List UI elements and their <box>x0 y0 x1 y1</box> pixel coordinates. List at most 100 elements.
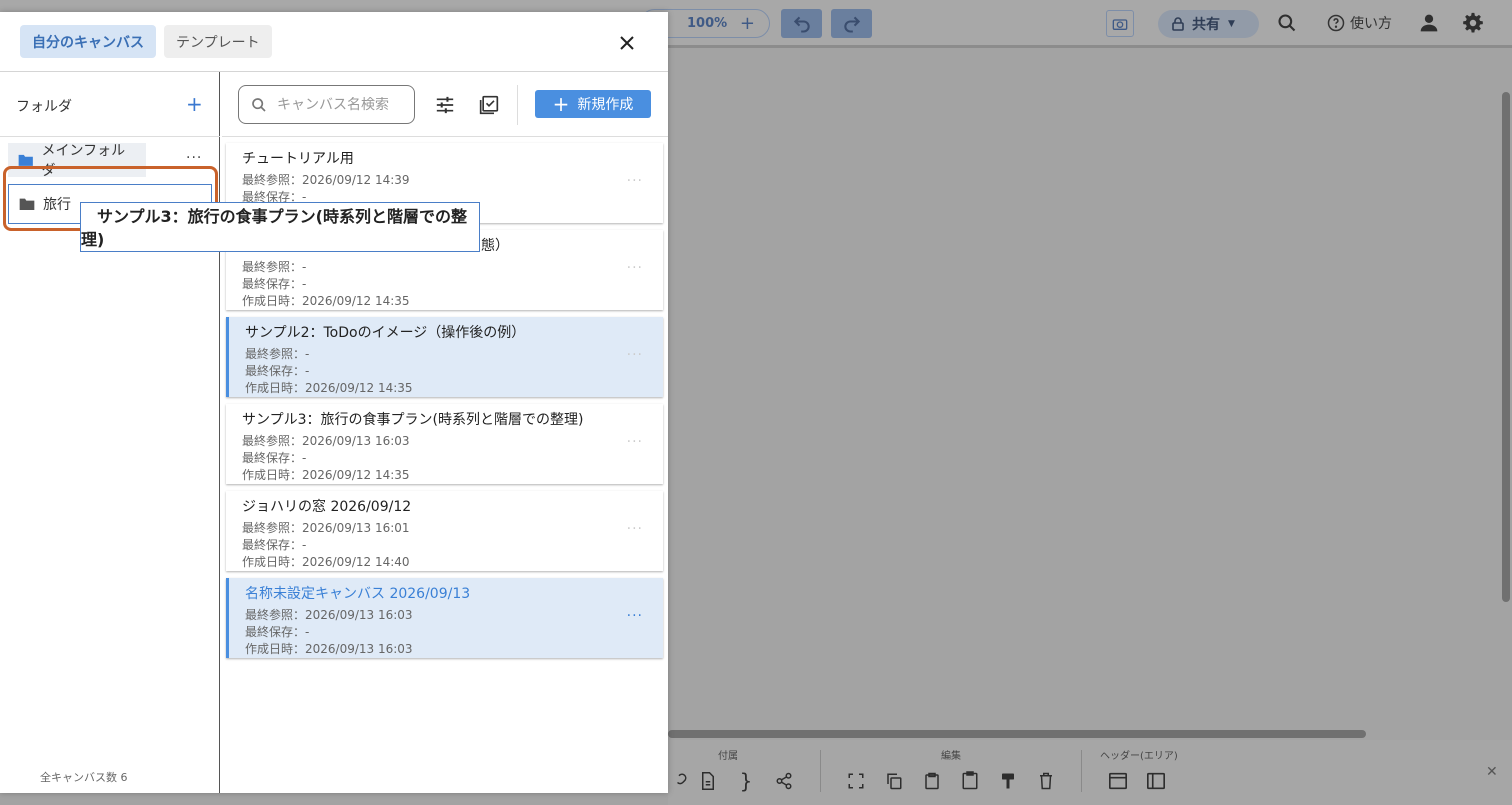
redo-button[interactable] <box>831 9 872 38</box>
last-viewed: 最終参照：2026/09/13 16:03 <box>242 434 410 448</box>
close-button[interactable] <box>614 30 640 56</box>
lock-icon <box>1172 17 1184 31</box>
caret-down-icon: ▼ <box>1228 19 1235 29</box>
last-saved: 最終保存：- <box>245 364 310 378</box>
search-input[interactable] <box>277 96 397 113</box>
last-saved: 最終保存：- <box>242 538 307 552</box>
tab-templates[interactable]: テンプレート <box>164 25 272 58</box>
card-more-icon[interactable]: ··· <box>627 434 643 450</box>
last-saved: 最終保存：- <box>242 277 307 291</box>
created-at: 作成日時：2026/09/12 14:35 <box>245 381 413 395</box>
folder-item-main[interactable]: メインフォルダ <box>8 143 146 179</box>
link-icon[interactable] <box>668 770 690 792</box>
canvas-card[interactable]: 名称未設定キャンバス 2026/09/13 最終参照：2026/09/13 16… <box>226 578 663 658</box>
created-at: 作成日時：2026/09/12 14:40 <box>242 555 410 569</box>
undo-icon <box>793 16 810 33</box>
canvas-card[interactable]: サンプル3：旅行の食事プラン(時系列と階層での整理) 最終参照：2026/09/… <box>226 404 663 484</box>
drag-preview-line: サンプル3：旅行の食事プラン(時系列と階層での整 <box>97 207 467 226</box>
divider <box>517 85 518 125</box>
canvas-card[interactable]: サンプル2：ToDoのイメージ（操作後の例） 最終参照：- 最終保存：- 作成日… <box>226 317 663 397</box>
created-at: 作成日時：2026/09/12 14:35 <box>242 468 410 482</box>
folder-sidebar: フォルダ + メインフォルダ ··· 旅行 全キャンバス数 6 <box>0 72 220 793</box>
last-viewed: 最終参照：- <box>242 260 307 274</box>
canvas-title: 名称未設定キャンバス 2026/09/13 <box>245 586 471 602</box>
search-box[interactable] <box>238 85 415 124</box>
select-checkbox-icon[interactable] <box>476 92 502 118</box>
group-label-edit: 編集 <box>941 751 961 762</box>
zoom-value: 100% <box>687 16 728 31</box>
card-more-icon[interactable]: ··· <box>627 173 643 189</box>
format-paint-icon[interactable] <box>997 770 1019 792</box>
last-viewed: 最終参照：2026/09/12 14:39 <box>242 173 410 187</box>
header-layout-icon[interactable] <box>1107 770 1129 792</box>
last-viewed: 最終参照：2026/09/13 16:01 <box>242 521 410 535</box>
divider <box>1081 750 1082 792</box>
help-icon <box>1327 14 1345 32</box>
vertical-scrollbar[interactable] <box>1502 92 1510 602</box>
folder-label: メインフォルダ <box>41 143 126 179</box>
document-icon[interactable] <box>697 770 719 792</box>
folder-icon <box>19 198 35 210</box>
create-new-label: 新規作成 <box>577 97 634 113</box>
divider <box>820 750 821 792</box>
redo-icon <box>843 16 860 33</box>
canvas-manager-dialog: 自分のキャンバス テンプレート フォルダ + メインフォルダ ··· 旅行 全キ… <box>0 12 668 793</box>
canvas-title: チュートリアル用 <box>242 151 354 167</box>
last-viewed: 最終参照：- <box>245 347 310 361</box>
tab-my-canvases[interactable]: 自分のキャンバス <box>20 25 156 58</box>
paste-text-icon[interactable] <box>959 770 981 792</box>
card-more-icon[interactable]: ··· <box>627 608 643 624</box>
last-saved: 最終保存：- <box>245 625 310 639</box>
canvas-title: サンプル3：旅行の食事プラン(時系列と階層での整理) <box>242 412 584 428</box>
plus-icon: + <box>552 92 570 116</box>
clipboard-icon[interactable] <box>921 770 943 792</box>
card-more-icon[interactable]: ··· <box>627 260 643 276</box>
help-label: 使い方 <box>1350 16 1392 32</box>
created-at: 作成日時：2026/09/12 14:35 <box>242 294 410 308</box>
create-new-button[interactable]: + 新規作成 <box>535 90 651 118</box>
share-button[interactable]: 共有 ▼ <box>1158 10 1259 38</box>
delete-icon[interactable] <box>1035 770 1057 792</box>
last-saved: 最終保存：- <box>242 451 307 465</box>
group-label-header: ヘッダー(エリア) <box>1100 751 1178 762</box>
close-icon[interactable]: ✕ <box>1486 764 1498 780</box>
canvas-count: 全キャンバス数 6 <box>40 771 128 784</box>
search-icon <box>252 97 266 112</box>
horizontal-scrollbar[interactable] <box>668 730 1366 738</box>
drag-preview-line: 理) <box>81 230 105 249</box>
share-label: 共有 <box>1192 17 1220 33</box>
help-link[interactable]: 使い方 <box>1327 13 1392 33</box>
undo-button[interactable] <box>781 9 822 38</box>
folder-title: フォルダ <box>16 99 72 115</box>
canvas-card[interactable]: ジョハリの窓 2026/09/12 最終参照：2026/09/13 16:01 … <box>226 491 663 571</box>
close-icon <box>620 36 634 50</box>
drag-preview: サンプル3：旅行の食事プラン(時系列と階層での整 理) <box>80 202 480 252</box>
canvas-list-pane: + 新規作成 チュートリアル用 最終参照：2026/09/12 14:39 最終… <box>222 72 668 793</box>
add-folder-icon[interactable]: + <box>186 92 203 116</box>
copy-icon[interactable] <box>883 770 905 792</box>
zoom-in-icon[interactable]: + <box>740 13 755 34</box>
card-more-icon[interactable]: ··· <box>627 347 643 363</box>
brace-icon[interactable]: } <box>735 769 757 793</box>
folder-header: フォルダ + <box>0 72 220 137</box>
user-icon[interactable] <box>1418 12 1440 34</box>
sidebar-layout-icon[interactable] <box>1145 770 1167 792</box>
created-at: 作成日時：2026/09/13 16:03 <box>245 642 413 656</box>
canvas-title: サンプル2：ToDoのイメージ（操作後の例） <box>245 325 526 341</box>
card-more-icon[interactable]: ··· <box>627 521 643 537</box>
canvas-title: ジョハリの窓 2026/09/12 <box>242 499 412 515</box>
list-toolbar: + 新規作成 <box>222 72 668 137</box>
group-label-attach: 付属 <box>718 751 738 762</box>
filter-tune-icon[interactable] <box>432 92 458 118</box>
fullscreen-icon[interactable] <box>845 770 867 792</box>
screenshot-button[interactable] <box>1106 10 1134 37</box>
folder-more-icon[interactable]: ··· <box>186 150 202 166</box>
bottom-toolbar: 付属 編集 ヘッダー(エリア) } ✕ <box>668 740 1512 805</box>
share-nodes-icon[interactable] <box>773 770 795 792</box>
folder-label: 旅行 <box>43 197 71 213</box>
canvas-title: 態） <box>481 238 509 254</box>
settings-gear-icon[interactable] <box>1462 12 1484 34</box>
search-icon[interactable] <box>1276 12 1298 34</box>
folder-icon <box>18 154 33 166</box>
camera-icon <box>1112 18 1128 30</box>
